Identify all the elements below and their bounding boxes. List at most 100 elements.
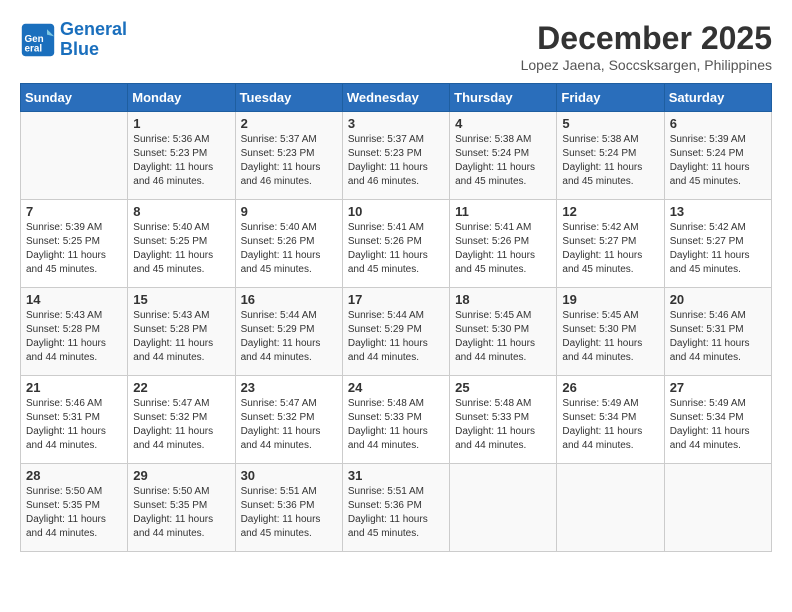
logo-line2: Blue xyxy=(60,39,99,59)
calendar-cell: 1 Sunrise: 5:36 AMSunset: 5:23 PMDaylight… xyxy=(128,112,235,200)
location: Lopez Jaena, Soccsksargen, Philippines xyxy=(521,57,772,73)
calendar-header-row: SundayMondayTuesdayWednesdayThursdayFrid… xyxy=(21,84,772,112)
day-number: 19 xyxy=(562,292,658,307)
day-number: 18 xyxy=(455,292,551,307)
title-block: December 2025 Lopez Jaena, Soccsksargen,… xyxy=(521,20,772,73)
calendar-cell: 12 Sunrise: 5:42 AMSunset: 5:27 PMDayligh… xyxy=(557,200,664,288)
logo-text: General Blue xyxy=(60,20,127,60)
day-info: Sunrise: 5:49 AMSunset: 5:34 PMDaylight:… xyxy=(670,397,766,453)
calendar-cell: 16 Sunrise: 5:44 AMSunset: 5:29 PMDayligh… xyxy=(235,288,342,376)
header-monday: Monday xyxy=(128,84,235,112)
calendar-cell: 24 Sunrise: 5:48 AMSunset: 5:33 PMDayligh… xyxy=(342,376,449,464)
calendar-cell: 5Sunrise: 5:38 AMSunset: 5:24 PMDaylight… xyxy=(557,112,664,200)
day-info: Sunrise: 5:46 AMSunset: 5:31 PMDaylight:… xyxy=(26,397,122,453)
page-header: Gen eral General Blue December 2025 Lope… xyxy=(20,20,772,73)
week-row-4: 28 Sunrise: 5:50 AMSunset: 5:35 PMDayligh… xyxy=(21,464,772,552)
day-number: 31 xyxy=(348,468,444,483)
header-thursday: Thursday xyxy=(450,84,557,112)
day-info: Sunrise: 5:41 AMSunset: 5:26 PMDaylight:… xyxy=(455,221,551,277)
week-row-3: 21 Sunrise: 5:46 AMSunset: 5:31 PMDayligh… xyxy=(21,376,772,464)
calendar-cell: 13Sunrise: 5:42 AMSunset: 5:27 PMDayligh… xyxy=(664,200,771,288)
calendar-cell: 11 Sunrise: 5:41 AMSunset: 5:26 PMDayligh… xyxy=(450,200,557,288)
calendar-cell: 19Sunrise: 5:45 AMSunset: 5:30 PMDayligh… xyxy=(557,288,664,376)
day-number: 7 xyxy=(26,204,122,219)
day-info: Sunrise: 5:48 AMSunset: 5:33 PMDaylight:… xyxy=(348,397,444,453)
day-number: 2 xyxy=(241,116,337,131)
calendar-cell: 8 Sunrise: 5:40 AMSunset: 5:25 PMDaylight… xyxy=(128,200,235,288)
svg-text:eral: eral xyxy=(25,43,43,54)
calendar-cell: 29Sunrise: 5:50 AMSunset: 5:35 PMDayligh… xyxy=(128,464,235,552)
day-number: 12 xyxy=(562,204,658,219)
day-number: 3 xyxy=(348,116,444,131)
day-info: Sunrise: 5:49 AMSunset: 5:34 PMDaylight:… xyxy=(562,397,658,453)
day-info: Sunrise: 5:51 AMSunset: 5:36 PMDaylight:… xyxy=(348,485,444,541)
day-info: Sunrise: 5:50 AMSunset: 5:35 PMDaylight:… xyxy=(133,485,229,541)
day-number: 30 xyxy=(241,468,337,483)
day-info: Sunrise: 5:45 AMSunset: 5:30 PMDaylight:… xyxy=(455,309,551,365)
day-info: Sunrise: 5:38 AMSunset: 5:24 PMDaylight:… xyxy=(455,133,551,189)
day-info: Sunrise: 5:47 AMSunset: 5:32 PMDaylight:… xyxy=(133,397,229,453)
day-number: 22 xyxy=(133,380,229,395)
day-info: Sunrise: 5:44 AMSunset: 5:29 PMDaylight:… xyxy=(241,309,337,365)
day-info: Sunrise: 5:37 AMSunset: 5:23 PMDaylight:… xyxy=(241,133,337,189)
day-info: Sunrise: 5:51 AMSunset: 5:36 PMDaylight:… xyxy=(241,485,337,541)
calendar-table: SundayMondayTuesdayWednesdayThursdayFrid… xyxy=(20,83,772,552)
day-info: Sunrise: 5:39 AMSunset: 5:24 PMDaylight:… xyxy=(670,133,766,189)
day-info: Sunrise: 5:36 AMSunset: 5:23 PMDaylight:… xyxy=(133,133,229,189)
day-number: 17 xyxy=(348,292,444,307)
calendar-cell: 20Sunrise: 5:46 AMSunset: 5:31 PMDayligh… xyxy=(664,288,771,376)
calendar-cell: 26 Sunrise: 5:49 AMSunset: 5:34 PMDayligh… xyxy=(557,376,664,464)
day-number: 26 xyxy=(562,380,658,395)
day-info: Sunrise: 5:44 AMSunset: 5:29 PMDaylight:… xyxy=(348,309,444,365)
day-number: 11 xyxy=(455,204,551,219)
day-number: 14 xyxy=(26,292,122,307)
day-info: Sunrise: 5:48 AMSunset: 5:33 PMDaylight:… xyxy=(455,397,551,453)
calendar-cell: 21 Sunrise: 5:46 AMSunset: 5:31 PMDayligh… xyxy=(21,376,128,464)
day-number: 27 xyxy=(670,380,766,395)
logo-line1: General xyxy=(60,19,127,39)
calendar-cell: 14 Sunrise: 5:43 AMSunset: 5:28 PMDayligh… xyxy=(21,288,128,376)
day-info: Sunrise: 5:43 AMSunset: 5:28 PMDaylight:… xyxy=(26,309,122,365)
day-number: 15 xyxy=(133,292,229,307)
month-title: December 2025 xyxy=(521,20,772,57)
calendar-cell: 25 Sunrise: 5:48 AMSunset: 5:33 PMDayligh… xyxy=(450,376,557,464)
calendar-cell: 7 Sunrise: 5:39 AMSunset: 5:25 PMDaylight… xyxy=(21,200,128,288)
day-info: Sunrise: 5:40 AMSunset: 5:25 PMDaylight:… xyxy=(133,221,229,277)
day-info: Sunrise: 5:47 AMSunset: 5:32 PMDaylight:… xyxy=(241,397,337,453)
header-tuesday: Tuesday xyxy=(235,84,342,112)
calendar-cell xyxy=(21,112,128,200)
day-info: Sunrise: 5:39 AMSunset: 5:25 PMDaylight:… xyxy=(26,221,122,277)
week-row-2: 14 Sunrise: 5:43 AMSunset: 5:28 PMDayligh… xyxy=(21,288,772,376)
header-wednesday: Wednesday xyxy=(342,84,449,112)
calendar-cell: 18 Sunrise: 5:45 AMSunset: 5:30 PMDayligh… xyxy=(450,288,557,376)
day-number: 1 xyxy=(133,116,229,131)
day-number: 5 xyxy=(562,116,658,131)
day-number: 8 xyxy=(133,204,229,219)
week-row-0: 1 Sunrise: 5:36 AMSunset: 5:23 PMDaylight… xyxy=(21,112,772,200)
day-number: 25 xyxy=(455,380,551,395)
day-info: Sunrise: 5:42 AMSunset: 5:27 PMDaylight:… xyxy=(562,221,658,277)
calendar-cell: 6 Sunrise: 5:39 AMSunset: 5:24 PMDaylight… xyxy=(664,112,771,200)
day-info: Sunrise: 5:43 AMSunset: 5:28 PMDaylight:… xyxy=(133,309,229,365)
day-info: Sunrise: 5:41 AMSunset: 5:26 PMDaylight:… xyxy=(348,221,444,277)
calendar-cell: 27 Sunrise: 5:49 AMSunset: 5:34 PMDayligh… xyxy=(664,376,771,464)
day-number: 16 xyxy=(241,292,337,307)
day-info: Sunrise: 5:37 AMSunset: 5:23 PMDaylight:… xyxy=(348,133,444,189)
calendar-cell: 17 Sunrise: 5:44 AMSunset: 5:29 PMDayligh… xyxy=(342,288,449,376)
calendar-cell: 30 Sunrise: 5:51 AMSunset: 5:36 PMDayligh… xyxy=(235,464,342,552)
day-number: 21 xyxy=(26,380,122,395)
day-number: 6 xyxy=(670,116,766,131)
calendar-cell: 23 Sunrise: 5:47 AMSunset: 5:32 PMDayligh… xyxy=(235,376,342,464)
calendar-cell: 15 Sunrise: 5:43 AMSunset: 5:28 PMDayligh… xyxy=(128,288,235,376)
day-number: 28 xyxy=(26,468,122,483)
week-row-1: 7 Sunrise: 5:39 AMSunset: 5:25 PMDaylight… xyxy=(21,200,772,288)
day-number: 13 xyxy=(670,204,766,219)
calendar-cell: 31 Sunrise: 5:51 AMSunset: 5:36 PMDayligh… xyxy=(342,464,449,552)
day-number: 24 xyxy=(348,380,444,395)
logo-icon: Gen eral xyxy=(20,22,56,58)
calendar-cell: 28Sunrise: 5:50 AMSunset: 5:35 PMDayligh… xyxy=(21,464,128,552)
calendar-cell: 10Sunrise: 5:41 AMSunset: 5:26 PMDayligh… xyxy=(342,200,449,288)
header-saturday: Saturday xyxy=(664,84,771,112)
day-number: 23 xyxy=(241,380,337,395)
header-sunday: Sunday xyxy=(21,84,128,112)
